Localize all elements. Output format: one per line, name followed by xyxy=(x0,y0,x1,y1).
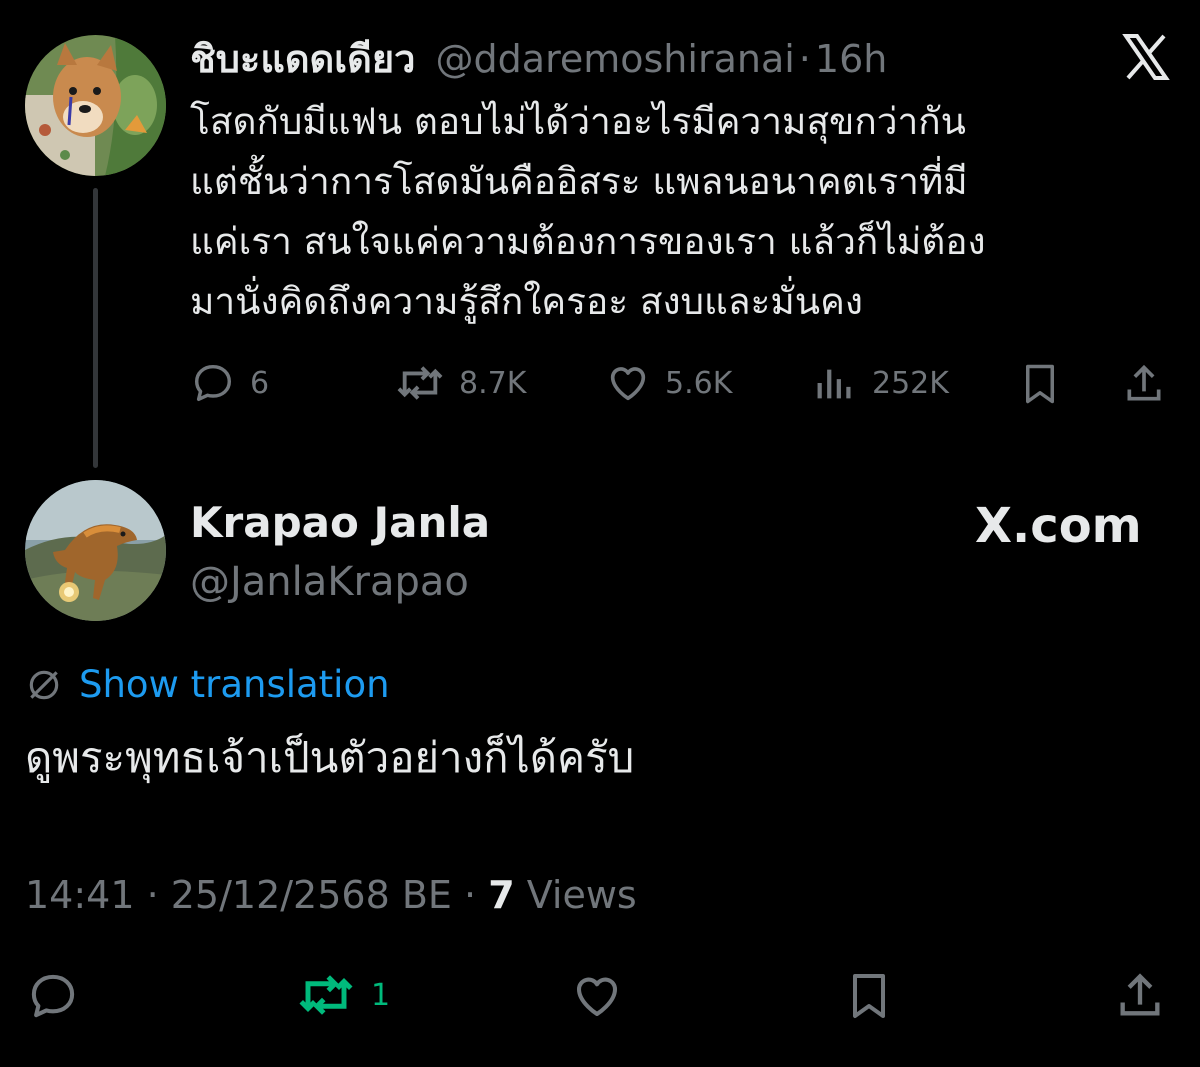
thread-connector-line xyxy=(93,188,98,468)
reply-tweet-text: ดูพระพุทธเจ้าเป็นตัวอย่างก็ได้ครับ xyxy=(25,733,635,782)
parent-bookmark-button[interactable] xyxy=(1016,360,1064,408)
reply-views-count: 7 xyxy=(488,873,515,917)
parent-display-name[interactable]: ชิบะแดดเดียว xyxy=(190,37,415,81)
show-translation-label[interactable]: Show translation xyxy=(79,660,390,710)
parent-share-button[interactable] xyxy=(1120,360,1168,408)
x-com-watermark: X.com xyxy=(975,498,1142,554)
reply-timestamp-row: 14:41 · 25/12/2568 BE · 7 Views xyxy=(25,868,637,922)
repost-icon xyxy=(299,975,353,1015)
share-icon xyxy=(1120,973,1160,1016)
analytics-icon xyxy=(817,369,851,399)
reply-icon xyxy=(31,974,75,1018)
reply-display-name[interactable]: Krapao Janla xyxy=(190,495,490,551)
reply-icon xyxy=(194,364,232,402)
x-logo-icon[interactable] xyxy=(1120,30,1172,84)
bookmark-icon xyxy=(853,974,885,1018)
parent-views-count: 252K xyxy=(872,365,949,401)
parent-like-count: 5.6K xyxy=(665,365,733,401)
parent-avatar[interactable] xyxy=(25,35,166,176)
parent-reply-button[interactable]: 6 xyxy=(190,360,269,406)
reply-avatar[interactable] xyxy=(25,480,166,621)
parent-time-ago[interactable]: 16h xyxy=(815,37,887,81)
parent-reply-count: 6 xyxy=(250,365,270,401)
shiba-dog-avatar xyxy=(25,35,166,176)
reply-handle[interactable]: @JanlaKrapao xyxy=(190,555,469,609)
parent-repost-count: 8.7K xyxy=(459,365,527,401)
reply-views-label: Views xyxy=(526,873,637,917)
parent-like-button[interactable]: 5.6K xyxy=(605,360,732,406)
reply-reply-button[interactable] xyxy=(25,968,81,1024)
reply-like-button[interactable] xyxy=(568,968,626,1024)
reply-share-button[interactable] xyxy=(1112,968,1168,1024)
parent-header: ชิบะแดดเดียว @ddaremoshiranai · 16h xyxy=(190,32,887,86)
share-icon xyxy=(1127,364,1161,401)
parent-repost-button[interactable]: 8.7K xyxy=(395,360,526,406)
parent-separator: · xyxy=(798,37,811,81)
parent-tweet-text: โสดกับมีแฟน ตอบไม่ได้ว่าอะไรมีความสุขกว่… xyxy=(190,100,986,323)
heart-icon xyxy=(576,977,618,1017)
parent-views-button[interactable]: 252K xyxy=(812,360,949,406)
heart-icon xyxy=(610,367,646,401)
reply-timestamp[interactable]: 14:41 · 25/12/2568 BE · xyxy=(25,873,476,917)
reply-repost-button[interactable]: 1 xyxy=(295,968,390,1022)
repost-icon xyxy=(397,366,443,400)
show-translation-link[interactable]: Show translation xyxy=(25,660,390,710)
globe-slash-icon xyxy=(29,670,59,700)
dinosaur-avatar xyxy=(25,480,166,621)
parent-handle[interactable]: @ddaremoshiranai xyxy=(436,37,795,81)
reply-repost-count: 1 xyxy=(371,977,391,1013)
bookmark-icon xyxy=(1026,364,1054,404)
reply-bookmark-button[interactable] xyxy=(842,968,896,1024)
